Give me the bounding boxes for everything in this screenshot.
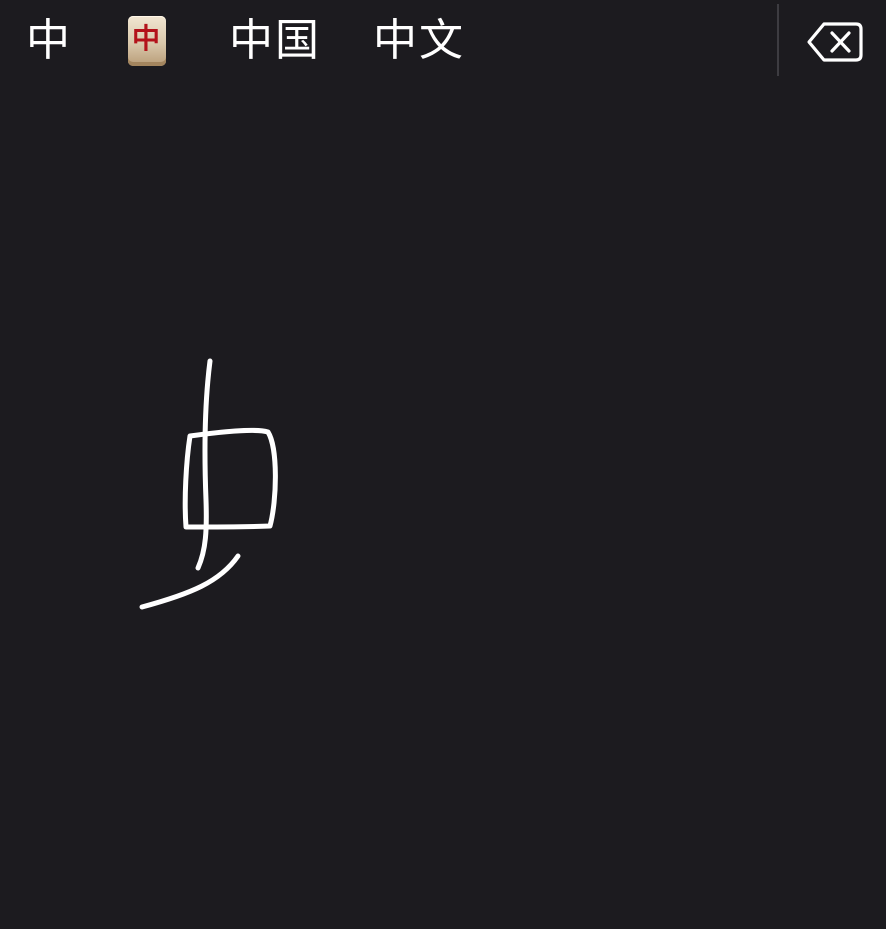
mahjong-red-dragon-icon: 中 — [128, 16, 166, 66]
handwriting-strokes — [139, 358, 278, 610]
candidate-1-label: 中 — [26, 15, 72, 66]
candidate-divider — [777, 4, 779, 76]
stroke-vertical — [195, 358, 213, 571]
delete-backspace-icon — [807, 22, 863, 62]
delete-button[interactable] — [800, 14, 870, 70]
candidate-4-label: 中文 — [373, 15, 465, 66]
candidate-3[interactable]: 中国 — [229, 8, 321, 74]
candidate-mahjong-red-dragon[interactable]: 中 — [128, 8, 166, 74]
candidate-3-label: 中国 — [229, 15, 321, 66]
candidate-1[interactable]: 中 — [26, 8, 72, 74]
stroke-box — [182, 427, 278, 530]
stroke-sweep — [139, 553, 241, 610]
candidate-bar: 中 中 中国 中文 — [0, 0, 886, 84]
handwriting-keyboard: 中 中 中国 中文 — [0, 0, 886, 929]
candidate-4[interactable]: 中文 — [373, 8, 465, 74]
handwriting-canvas[interactable] — [0, 84, 886, 929]
